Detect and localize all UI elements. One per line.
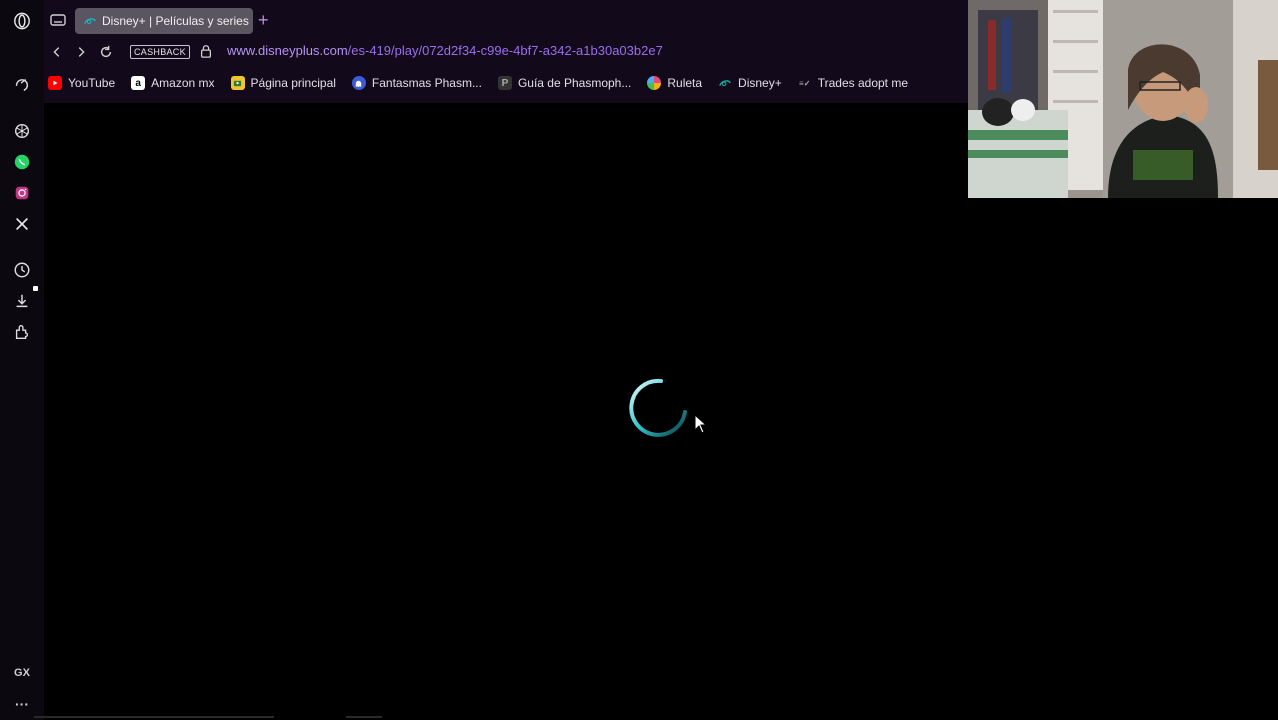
bookmarks-bar: YouTube a Amazon mx Página principal Fan… xyxy=(48,72,924,94)
ghost-icon xyxy=(351,76,366,90)
bookmark-label: Fantasmas Phasm... xyxy=(371,76,482,90)
bookmark-guia-phasmophobia[interactable]: P Guía de Phasmoph... xyxy=(497,76,632,90)
reload-icon xyxy=(100,45,112,58)
back-button[interactable] xyxy=(48,43,66,61)
bookmark-amazon[interactable]: a Amazon mx xyxy=(131,76,215,90)
bookmark-label: Ruleta xyxy=(667,76,703,90)
tab-switcher-icon[interactable] xyxy=(49,12,67,28)
adoptme-icon: ≡✓ xyxy=(799,78,811,88)
bookmark-label: Guía de Phasmoph... xyxy=(517,76,632,90)
browser-toolbar: Disney+ | Películas y series + CASHBACK … xyxy=(44,0,970,103)
amazon-icon: a xyxy=(131,76,146,90)
bookmark-ruleta[interactable]: Ruleta xyxy=(647,76,702,90)
classroom-icon xyxy=(230,76,245,90)
url-path: /es-419/play/072d2f34-c99e-4bf7-a342-a1b… xyxy=(347,43,663,58)
webcam-overlay xyxy=(968,0,1278,198)
flow-shortcut-icon xyxy=(13,74,31,92)
bookmark-fantasmas[interactable]: Fantasmas Phasm... xyxy=(351,76,482,90)
scrollbar-thumb xyxy=(346,716,382,718)
bookmark-disney-plus[interactable]: Disney+ xyxy=(718,76,782,90)
new-tab-button[interactable]: + xyxy=(258,11,274,29)
downloads-icon[interactable] xyxy=(11,290,33,312)
webcam-image xyxy=(968,0,1278,198)
x-twitter-icon[interactable] xyxy=(11,213,33,235)
youtube-icon xyxy=(48,76,62,90)
loading-spinner-icon xyxy=(628,378,688,438)
history-clock-icon[interactable] xyxy=(11,259,33,281)
tab-title: Disney+ | Películas y series xyxy=(102,14,249,28)
reload-button[interactable] xyxy=(97,43,115,61)
bookmark-youtube[interactable]: YouTube xyxy=(48,76,115,90)
url-host: www.disneyplus.com xyxy=(227,43,348,58)
chatgpt-icon[interactable] xyxy=(11,120,33,142)
wheel-icon xyxy=(647,76,662,90)
back-arrow-icon xyxy=(53,47,60,57)
sidebar: GX ··· xyxy=(0,0,45,720)
bookmark-label: Disney+ xyxy=(738,76,782,90)
bookmark-label: Página principal xyxy=(250,76,336,90)
forward-button[interactable] xyxy=(72,43,90,61)
opera-logo-icon[interactable] xyxy=(11,10,33,32)
forward-arrow-icon xyxy=(78,47,85,57)
bookmark-pagina-principal[interactable]: Página principal xyxy=(230,76,336,90)
mouse-cursor-icon xyxy=(694,413,708,434)
scrollbar-track xyxy=(34,716,274,718)
sidebar-more-button[interactable]: ··· xyxy=(0,696,44,712)
bookmark-label: Amazon mx xyxy=(151,76,215,90)
bookmark-label: Trades adopt me xyxy=(817,76,909,90)
phasmo-icon: P xyxy=(497,76,512,90)
bookmark-trades-adopt-me[interactable]: ≡✓ Trades adopt me xyxy=(798,76,908,90)
gx-button[interactable]: GX xyxy=(0,667,44,679)
disney-favicon-icon xyxy=(84,18,96,25)
cashback-badge[interactable]: CASHBACK xyxy=(130,45,190,59)
bookmark-label: YouTube xyxy=(68,76,116,90)
lock-icon[interactable] xyxy=(199,43,215,59)
instagram-icon[interactable] xyxy=(11,182,33,204)
extensions-icon[interactable] xyxy=(11,321,33,343)
address-bar[interactable]: www.disneyplus.com/es-419/play/072d2f34-… xyxy=(227,43,663,58)
tab-disney-plus[interactable]: Disney+ | Películas y series xyxy=(75,8,253,34)
download-dot-badge xyxy=(33,286,38,291)
disney-icon xyxy=(718,76,732,90)
whatsapp-icon[interactable] xyxy=(11,151,33,173)
